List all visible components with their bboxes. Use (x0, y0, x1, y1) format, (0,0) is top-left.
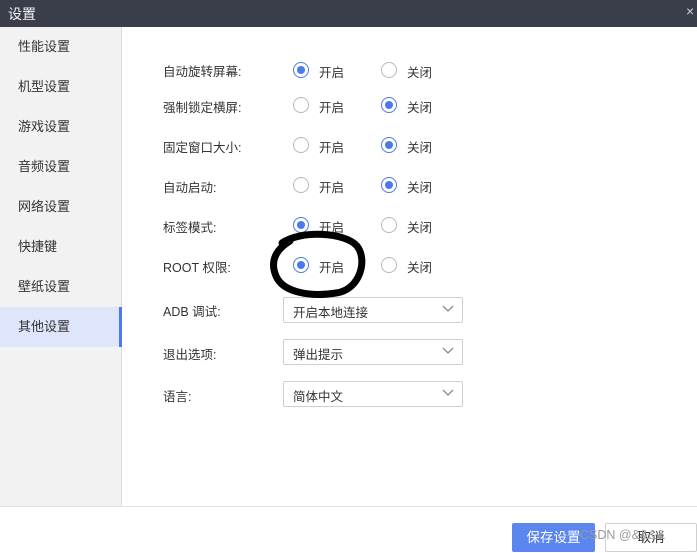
chevron-down-icon (442, 347, 454, 354)
close-icon[interactable]: × (686, 2, 697, 20)
auto-start-off-label: 关闭 (407, 181, 433, 195)
adb-debug-value: 开启本地连接 (293, 306, 369, 320)
auto-rotate-off-radio[interactable] (381, 62, 397, 78)
sidebar-item-audio[interactable]: 音频设置 (0, 147, 122, 187)
adb-debug-select[interactable]: 开启本地连接 (283, 297, 463, 323)
auto-start-label: 自动启动: (163, 181, 217, 195)
sidebar-item-label: 性能设置 (18, 39, 71, 54)
auto-start-on-radio[interactable] (293, 177, 309, 193)
exit-option-label: 退出选项: (163, 348, 217, 362)
language-label: 语言: (163, 390, 192, 404)
language-select[interactable]: 简体中文 (283, 381, 463, 407)
root-permission-on-label: 开启 (319, 261, 345, 275)
watermark: CSDN @&&&& (580, 528, 665, 542)
fixed-window-off-label: 关闭 (407, 141, 433, 155)
auto-rotate-off-label: 关闭 (407, 66, 433, 80)
sidebar-item-device-model[interactable]: 机型设置 (0, 67, 122, 107)
auto-rotate-on-radio[interactable] (293, 62, 309, 78)
sidebar-item-shortcuts[interactable]: 快捷键 (0, 227, 122, 267)
root-permission-off-label: 关闭 (407, 261, 433, 275)
tab-mode-on-radio[interactable] (293, 217, 309, 233)
fixed-window-on-label: 开启 (319, 141, 345, 155)
root-permission-label: ROOT 权限: (163, 261, 231, 275)
lock-landscape-off-radio[interactable] (381, 97, 397, 113)
sidebar-item-label: 音频设置 (18, 159, 71, 174)
tab-mode-label: 标签模式: (163, 221, 217, 235)
sidebar-item-game[interactable]: 游戏设置 (0, 107, 122, 147)
lock-landscape-label: 强制锁定横屏: (163, 101, 242, 115)
root-permission-on-radio[interactable] (293, 257, 309, 273)
sidebar-item-label: 游戏设置 (18, 119, 71, 134)
tab-mode-off-label: 关闭 (407, 221, 433, 235)
auto-rotate-on-label: 开启 (319, 66, 345, 80)
chevron-down-icon (442, 305, 454, 312)
fixed-window-on-radio[interactable] (293, 137, 309, 153)
fixed-window-label: 固定窗口大小: (163, 141, 242, 155)
chevron-down-icon (442, 389, 454, 396)
lock-landscape-on-radio[interactable] (293, 97, 309, 113)
sidebar-item-label: 网络设置 (18, 199, 71, 214)
sidebar-item-other[interactable]: 其他设置 (0, 307, 122, 347)
title-bar: 设置 × (0, 0, 697, 27)
adb-debug-label: ADB 调试: (163, 305, 221, 319)
sidebar-item-label: 快捷键 (18, 239, 58, 254)
sidebar-item-performance[interactable]: 性能设置 (0, 27, 122, 67)
sidebar: 性能设置 机型设置 游戏设置 音频设置 网络设置 快捷键 壁纸设置 其他设置 (0, 27, 122, 506)
language-value: 简体中文 (293, 390, 344, 404)
auto-start-off-radio[interactable] (381, 177, 397, 193)
lock-landscape-off-label: 关闭 (407, 101, 433, 115)
exit-option-select[interactable]: 弹出提示 (283, 339, 463, 365)
fixed-window-off-radio[interactable] (381, 137, 397, 153)
window-title: 设置 (8, 6, 36, 22)
tab-mode-off-radio[interactable] (381, 217, 397, 233)
tab-mode-on-label: 开启 (319, 221, 345, 235)
root-permission-off-radio[interactable] (381, 257, 397, 273)
auto-start-on-label: 开启 (319, 181, 345, 195)
sidebar-item-label: 壁纸设置 (18, 279, 71, 294)
sidebar-item-network[interactable]: 网络设置 (0, 187, 122, 227)
lock-landscape-on-label: 开启 (319, 101, 345, 115)
auto-rotate-label: 自动旋转屏幕: (163, 65, 242, 79)
sidebar-item-label: 机型设置 (18, 79, 71, 94)
active-indicator (119, 307, 122, 347)
exit-option-value: 弹出提示 (293, 348, 344, 362)
sidebar-item-label: 其他设置 (18, 319, 71, 334)
sidebar-item-wallpaper[interactable]: 壁纸设置 (0, 267, 122, 307)
